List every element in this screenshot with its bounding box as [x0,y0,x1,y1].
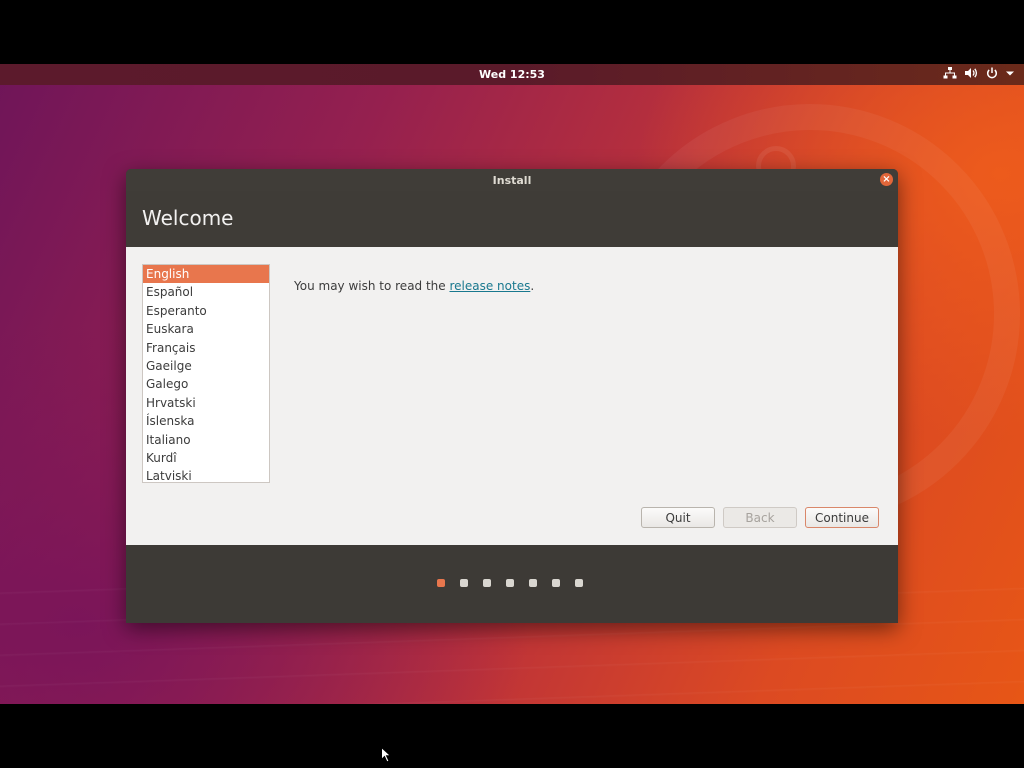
language-item[interactable]: Euskara [143,320,269,338]
language-item[interactable]: Hrvatski [143,394,269,412]
language-item[interactable]: Français [143,339,269,357]
notes-prefix: You may wish to read the [294,279,450,293]
language-item[interactable]: Íslenska [143,412,269,430]
continue-button[interactable]: Continue [805,507,879,528]
release-notes-text: You may wish to read the release notes. [294,279,534,293]
step-dot [552,579,560,587]
notes-suffix: . [530,279,535,293]
install-window: Install × Welcome English Español Esperant… [126,169,898,623]
menu-arrow-icon[interactable] [1006,67,1014,79]
back-button[interactable]: Back [723,507,797,528]
step-dot [575,579,583,587]
language-item[interactable]: Italiano [143,431,269,449]
language-item[interactable]: Kurdî [143,449,269,467]
close-button[interactable]: × [880,173,893,186]
step-dot [506,579,514,587]
quit-button[interactable]: Quit [641,507,715,528]
step-dot [529,579,537,587]
content-area: English Español Esperanto Euskara Français Ga… [126,247,898,545]
page-title: Welcome [142,206,234,230]
volume-icon[interactable] [965,67,978,79]
language-list[interactable]: English Español Esperanto Euskara Français Ga… [142,264,270,483]
step-dot [460,579,468,587]
step-dot [483,579,491,587]
network-icon[interactable] [943,67,957,79]
step-dot-current [437,579,445,587]
language-item[interactable]: English [143,265,269,284]
close-icon: × [882,174,891,185]
language-item[interactable]: Esperanto [143,302,269,320]
top-bar: Wed 12:53 [0,64,1024,85]
step-indicator [437,579,583,587]
release-notes-link[interactable]: release notes [449,279,530,293]
power-icon[interactable] [986,67,998,79]
window-titlebar[interactable]: Install × [126,169,898,191]
clock[interactable]: Wed 12:53 [0,68,1024,81]
system-tray[interactable] [943,67,1014,79]
language-item[interactable]: Gaeilge [143,357,269,375]
language-item[interactable]: Español [143,283,269,301]
language-item[interactable]: Latviski [143,467,269,482]
window-title: Install [492,174,532,187]
language-item[interactable]: Galego [143,375,269,393]
screen: Wed 12:53 Install × Welcome English Espa… [0,0,1024,768]
mouse-cursor-icon [381,746,392,767]
progress-footer [126,545,898,623]
page-header: Welcome [126,191,898,247]
